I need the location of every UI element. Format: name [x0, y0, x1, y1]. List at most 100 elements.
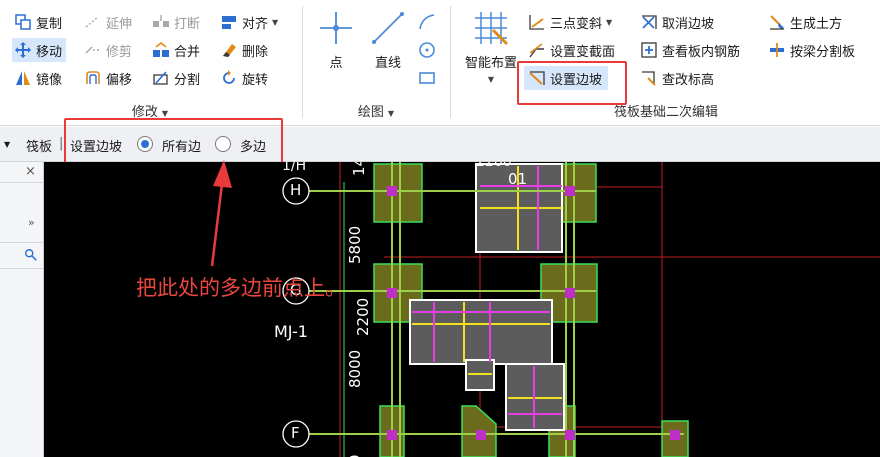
break-button[interactable]: 打断 — [152, 10, 200, 34]
trim-button[interactable]: 修剪 — [84, 38, 132, 62]
split-by-beam-button[interactable]: 按梁分割板 — [768, 38, 855, 62]
highlight-box-options — [64, 118, 283, 164]
align-button[interactable]: 对齐 ▼ — [220, 10, 278, 34]
label-mj-1: MJ-1 — [274, 322, 308, 341]
shovel-icon — [768, 13, 786, 31]
mirror-icon — [14, 69, 32, 87]
merge-icon — [152, 41, 170, 59]
section-icon — [528, 41, 546, 59]
axis-bubble-h: H — [290, 181, 302, 199]
beam-split-icon — [768, 41, 786, 59]
bar-separator: | — [59, 136, 64, 151]
drawing-canvas[interactable]: 1/H H G F 1440 5800 2200 8000 9 2200 MJ-… — [44, 162, 880, 457]
break-label: 打断 — [174, 16, 201, 32]
smart-layout-button[interactable]: 智能布置 ▼ — [458, 8, 524, 84]
dimension-8000: 8000 — [346, 349, 364, 388]
panel-divider — [0, 242, 43, 243]
chevron-down-icon: ▼ — [387, 109, 395, 118]
component-label: 筏板 — [26, 140, 53, 155]
left-panel: × » — [0, 162, 44, 457]
view-rebar-button[interactable]: 查看板内钢筋 — [640, 38, 740, 62]
extend-label: 延伸 — [106, 16, 133, 32]
rotate-label: 旋转 — [242, 72, 269, 88]
offset-button[interactable]: 偏移 — [84, 66, 132, 90]
circle-button[interactable] — [418, 38, 440, 62]
panel-divider — [0, 182, 43, 183]
copy-icon — [14, 13, 32, 31]
copy-label: 复制 — [36, 16, 63, 32]
dimension-top-2200: 2200 — [476, 162, 512, 170]
align-label: 对齐 — [242, 16, 269, 32]
line-icon — [368, 8, 408, 48]
chevron-down-icon: ▼ — [272, 17, 279, 27]
rotate-button[interactable]: 旋转 — [220, 66, 268, 90]
copy-button[interactable]: 复制 — [14, 10, 62, 34]
dropdown-caret[interactable]: ▼ — [4, 140, 10, 149]
gen-earthwork-button[interactable]: 生成土方 — [768, 10, 842, 34]
extend-button[interactable]: 延伸 — [84, 10, 132, 34]
extend-icon — [84, 13, 102, 31]
mirror-button[interactable]: 镜像 — [14, 66, 62, 90]
property-bar: ▼ 筏板 | 设置边坡 所有边 多边 — [0, 118, 880, 164]
delete-label: 删除 — [242, 44, 269, 60]
rectangle-button[interactable] — [418, 66, 440, 90]
rectangle-icon — [418, 69, 436, 87]
smart-layout-label: 智能布置 — [464, 56, 517, 71]
align-icon — [220, 13, 238, 31]
point-button[interactable]: 点 — [308, 8, 364, 82]
chevron-down-icon: ▼ — [161, 109, 169, 118]
trim-label: 修剪 — [106, 44, 133, 60]
cancel-edge-slope-label: 取消边坡 — [662, 16, 715, 32]
arc-icon — [418, 13, 436, 31]
trim-icon — [84, 41, 102, 59]
split-by-beam-label: 按梁分割板 — [790, 44, 856, 60]
set-section-label: 设置变截面 — [550, 44, 616, 60]
elevation-icon — [640, 69, 658, 87]
slope-icon — [528, 13, 546, 31]
split-icon — [152, 69, 170, 87]
line-label: 直线 — [374, 56, 401, 71]
chevron-down-icon: ▼ — [487, 75, 495, 84]
grid-layout-icon — [471, 8, 511, 48]
view-rebar-label: 查看板内钢筋 — [662, 44, 741, 60]
cancel-edge-slope-button[interactable]: 取消边坡 — [640, 10, 714, 34]
view-rebar-icon — [640, 41, 658, 59]
point-label: 点 — [329, 56, 343, 71]
arc-button[interactable] — [418, 10, 440, 34]
move-button[interactable]: 移动 — [12, 38, 67, 62]
three-point-slope-label: 三点变斜 — [550, 16, 603, 32]
cad-drawing — [282, 162, 880, 457]
axis-bubble-f: F — [291, 424, 300, 442]
set-section-button[interactable]: 设置变截面 — [528, 38, 615, 62]
point-icon — [316, 8, 356, 48]
search-icon[interactable] — [24, 248, 40, 264]
rotate-icon — [220, 69, 238, 87]
three-point-slope-button[interactable]: 三点变斜 ▼ — [528, 10, 612, 34]
highlight-box-edge-slope — [517, 61, 627, 105]
ribbon: 复制 延伸 打断 对齐 ▼ 移动 修剪 合并 删除 镜像 偏移 分割 旋转 修改… — [0, 0, 880, 126]
merge-label: 合并 — [174, 44, 201, 60]
axis-label-1h: 1/H — [282, 162, 307, 174]
move-label: 移动 — [36, 44, 63, 60]
expand-icon[interactable]: » — [28, 216, 35, 229]
check-elevation-label: 查改标高 — [662, 72, 715, 88]
line-button[interactable]: 直线 — [360, 8, 416, 82]
check-elevation-button[interactable]: 查改标高 — [640, 66, 714, 90]
panel-divider — [0, 268, 43, 269]
offset-label: 偏移 — [106, 72, 133, 88]
split-label: 分割 — [174, 72, 201, 88]
circle-icon — [418, 41, 436, 59]
draw-group: 点 直线 绘图 ▼ — [304, 0, 448, 126]
separator — [302, 6, 303, 118]
delete-button[interactable]: 删除 — [220, 38, 268, 62]
close-icon[interactable]: × — [25, 164, 36, 179]
break-icon — [152, 13, 170, 31]
draw-group-label[interactable]: 绘图 ▼ — [304, 101, 448, 120]
split-button[interactable]: 分割 — [152, 66, 200, 90]
dimension-1440: 1440 — [350, 162, 368, 176]
eraser-icon — [220, 41, 238, 59]
annotation-text: 把此处的多边前点上。 — [136, 276, 346, 300]
chevron-down-icon: ▼ — [606, 17, 613, 27]
cancel-slope-icon — [640, 13, 658, 31]
merge-button[interactable]: 合并 — [152, 38, 200, 62]
